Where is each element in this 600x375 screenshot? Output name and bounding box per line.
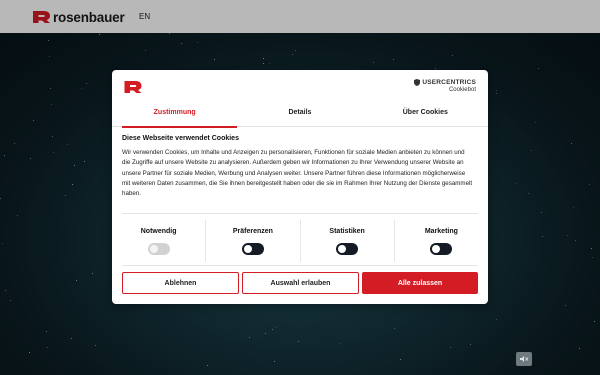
consent-title: Diese Webseite verwendet Cookies xyxy=(122,135,239,142)
mute-button[interactable] xyxy=(516,352,532,366)
rosenbauer-logo-icon xyxy=(124,81,142,93)
category-label: Notwendig xyxy=(140,228,177,235)
divider xyxy=(122,213,478,214)
category-label: Präferenzen xyxy=(232,228,273,235)
consent-tabs: Zustimmung Details Über Cookies xyxy=(112,104,488,128)
usercentrics-branding[interactable]: USERCENTRICS Cookiebot xyxy=(414,79,476,93)
deny-button[interactable]: Ablehnen xyxy=(122,272,239,294)
cookie-consent-dialog: USERCENTRICS Cookiebot Zustimmung Detail… xyxy=(112,70,488,304)
allow-selection-button[interactable]: Auswahl erlauben xyxy=(242,272,359,294)
cookie-category-toggles: Notwendig Präferenzen Statistiken Market… xyxy=(112,220,488,262)
category-necessary: Notwendig xyxy=(112,220,205,262)
provider-name: USERCENTRICS xyxy=(422,79,476,86)
category-label: Statistiken xyxy=(329,228,365,235)
tab-details[interactable]: Details xyxy=(237,104,362,126)
divider xyxy=(122,265,478,266)
category-marketing: Marketing xyxy=(393,220,488,262)
necessary-toggle xyxy=(147,243,170,255)
shield-icon xyxy=(414,79,421,86)
tab-ueber-cookies[interactable]: Über Cookies xyxy=(363,104,488,126)
provider-subname: Cookiebot xyxy=(448,87,476,93)
consent-body-text: Wir verwenden Cookies, um Inhalte und An… xyxy=(122,149,473,198)
preferences-toggle[interactable] xyxy=(241,243,264,255)
statistics-toggle[interactable] xyxy=(336,243,359,255)
category-label: Marketing xyxy=(424,228,458,235)
category-preferences: Präferenzen xyxy=(205,220,299,262)
marketing-toggle[interactable] xyxy=(430,243,453,255)
speaker-mute-icon xyxy=(520,356,529,362)
category-statistics: Statistiken xyxy=(299,220,394,262)
allow-all-button[interactable]: Alle zulassen xyxy=(362,272,478,294)
tab-zustimmung[interactable]: Zustimmung xyxy=(112,104,238,128)
